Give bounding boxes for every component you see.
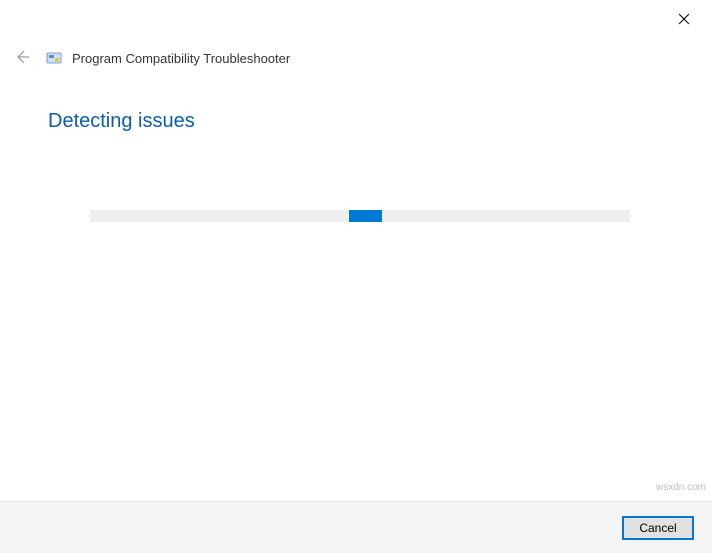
close-button[interactable] [674, 10, 694, 30]
close-icon [678, 13, 690, 28]
footer-bar: Cancel [0, 501, 712, 553]
progress-bar [90, 210, 630, 222]
back-button[interactable] [12, 48, 32, 68]
arrow-left-icon [14, 49, 30, 68]
page-heading: Detecting issues [48, 110, 195, 133]
window-title: Program Compatibility Troubleshooter [72, 51, 290, 66]
watermark-text: wsxdn.com [656, 482, 706, 493]
cancel-button[interactable]: Cancel [622, 516, 694, 540]
troubleshooter-icon [46, 50, 62, 66]
progress-indicator [349, 210, 381, 222]
header-bar: Program Compatibility Troubleshooter [12, 48, 700, 68]
